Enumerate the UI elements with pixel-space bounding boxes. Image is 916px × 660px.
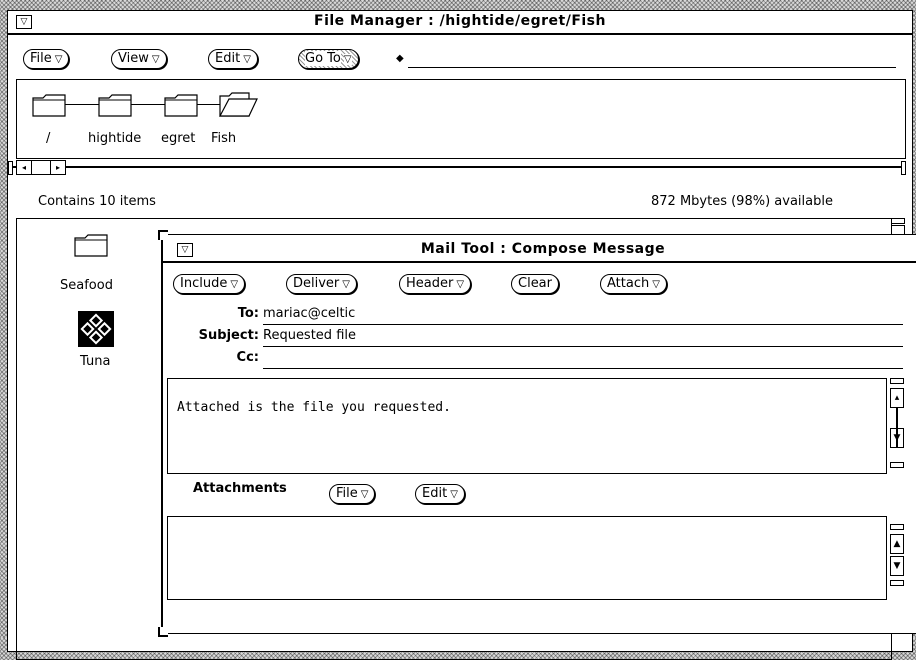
path-connector — [63, 104, 223, 105]
to-field-underline — [263, 324, 903, 325]
chevron-down-icon: ▽ — [652, 279, 660, 290]
folder-icon[interactable] — [98, 93, 132, 117]
message-body-text[interactable]: Attached is the file you requested. — [177, 400, 451, 415]
folder-icon[interactable] — [74, 233, 108, 257]
attachments-pane[interactable] — [167, 516, 887, 600]
attachments-label: Attachments — [193, 481, 287, 496]
scrollbar-bottom-cap[interactable] — [890, 580, 904, 586]
disk-space-status: 872 Mbytes (98%) available — [651, 194, 833, 209]
window-title: Mail Tool : Compose Message — [420, 241, 666, 257]
mail-tool-window: ▽ Mail Tool : Compose Message Include ▽ D… — [158, 230, 916, 637]
scroll-left-arrow-icon[interactable]: ◂ — [17, 161, 32, 174]
file-menu-button[interactable]: File ▽ — [23, 49, 70, 69]
clear-button[interactable]: Clear — [511, 274, 559, 294]
file-menu-label: File — [30, 51, 52, 66]
goto-menu-button[interactable]: Go To ▽ — [298, 49, 359, 69]
path-item-hightide[interactable]: hightide — [88, 131, 141, 146]
path-item-fish[interactable]: Fish — [211, 131, 236, 146]
horizontal-scrollbar[interactable]: ◂ ▸ — [8, 159, 910, 175]
subject-field[interactable]: Requested file — [263, 328, 356, 343]
clear-label: Clear — [518, 276, 552, 291]
scroll-up-arrow-icon[interactable]: ▲ — [890, 534, 904, 554]
scroll-down-arrow-icon[interactable]: ▼ — [890, 556, 904, 576]
chevron-down-icon: ▽ — [342, 279, 350, 290]
path-item-root[interactable]: / — [46, 131, 50, 146]
file-item-seafood-label[interactable]: Seafood — [60, 278, 113, 293]
folder-icon[interactable] — [164, 93, 198, 117]
deliver-label: Deliver — [293, 276, 340, 291]
edit-menu-label: Edit — [215, 51, 241, 66]
header-label: Header — [406, 276, 454, 291]
scrollbar-elevator[interactable]: ◂ ▸ — [16, 160, 66, 175]
attachments-edit-label: Edit — [422, 486, 448, 501]
mail-tool-titlebar[interactable]: ▽ Mail Tool : Compose Message — [163, 235, 916, 263]
cc-label: Cc: — [236, 350, 259, 365]
chevron-down-icon: ▽ — [456, 279, 465, 290]
scroll-right-arrow-icon[interactable]: ▸ — [50, 161, 65, 174]
scrollbar-left-cap[interactable] — [8, 161, 13, 175]
scrollbar-cable — [896, 408, 898, 448]
scrollbar-right-cap[interactable] — [901, 161, 906, 175]
include-label: Include — [180, 276, 228, 291]
attach-label: Attach — [607, 276, 650, 291]
path-pane — [16, 79, 906, 159]
scrollbar-top-cap[interactable] — [890, 378, 904, 384]
view-menu-button[interactable]: View ▽ — [111, 49, 167, 69]
to-label: To: — [237, 306, 259, 321]
goto-input[interactable] — [408, 67, 896, 68]
goto-menu-label: Go To — [305, 51, 341, 66]
scrollbar-top-cap[interactable] — [891, 218, 905, 224]
include-button[interactable]: Include ▽ — [173, 274, 246, 294]
message-body-scrollbar[interactable]: ▴ ▼ — [890, 378, 906, 472]
sun-logo-glyph — [80, 313, 112, 345]
scrollbar-bottom-cap[interactable] — [890, 462, 904, 468]
cc-field-underline — [263, 368, 903, 369]
chevron-down-icon: ▽ — [230, 279, 239, 290]
attachments-scrollbar[interactable]: ▲ ▼ — [890, 524, 906, 594]
chevron-down-icon: ▽ — [343, 54, 352, 65]
scrollbar-top-cap[interactable] — [890, 524, 904, 530]
goto-caret-icon: ◆ — [396, 53, 404, 64]
item-count-status: Contains 10 items — [38, 194, 156, 209]
file-manager-titlebar[interactable]: ▽ File Manager : /hightide/egret/Fish — [8, 11, 912, 35]
header-button[interactable]: Header ▽ — [399, 274, 472, 294]
window-title: File Manager : /hightide/egret/Fish — [314, 13, 606, 29]
message-body-pane[interactable]: Attached is the file you requested. — [167, 378, 887, 474]
scrollbar-track[interactable] — [12, 166, 904, 168]
chevron-down-icon: ▽ — [243, 54, 251, 65]
edit-menu-button[interactable]: Edit ▽ — [208, 49, 258, 69]
folder-icon[interactable] — [32, 93, 66, 117]
attachments-file-label: File — [336, 486, 358, 501]
chevron-down-icon: ▽ — [151, 54, 160, 65]
attachments-edit-button[interactable]: Edit ▽ — [415, 484, 465, 504]
window-resize-corner[interactable] — [158, 627, 168, 637]
subject-field-underline — [263, 346, 903, 347]
sun-logo-icon[interactable] — [78, 311, 114, 347]
view-menu-label: View — [118, 51, 149, 66]
attachments-file-button[interactable]: File ▽ — [329, 484, 376, 504]
deliver-button[interactable]: Deliver ▽ — [286, 274, 357, 294]
chevron-down-icon: ▽ — [360, 489, 369, 500]
open-folder-icon[interactable] — [219, 91, 259, 117]
scroll-up-arrow-icon[interactable]: ▴ — [890, 388, 904, 408]
subject-label: Subject: — [198, 328, 259, 343]
attach-button[interactable]: Attach ▽ — [600, 274, 667, 294]
file-item-tuna-label[interactable]: Tuna — [80, 354, 110, 369]
path-item-egret[interactable]: egret — [161, 131, 195, 146]
chevron-down-icon: ▽ — [450, 489, 458, 500]
to-field[interactable]: mariac@celtic — [263, 306, 355, 321]
chevron-down-icon: ▽ — [54, 54, 63, 65]
